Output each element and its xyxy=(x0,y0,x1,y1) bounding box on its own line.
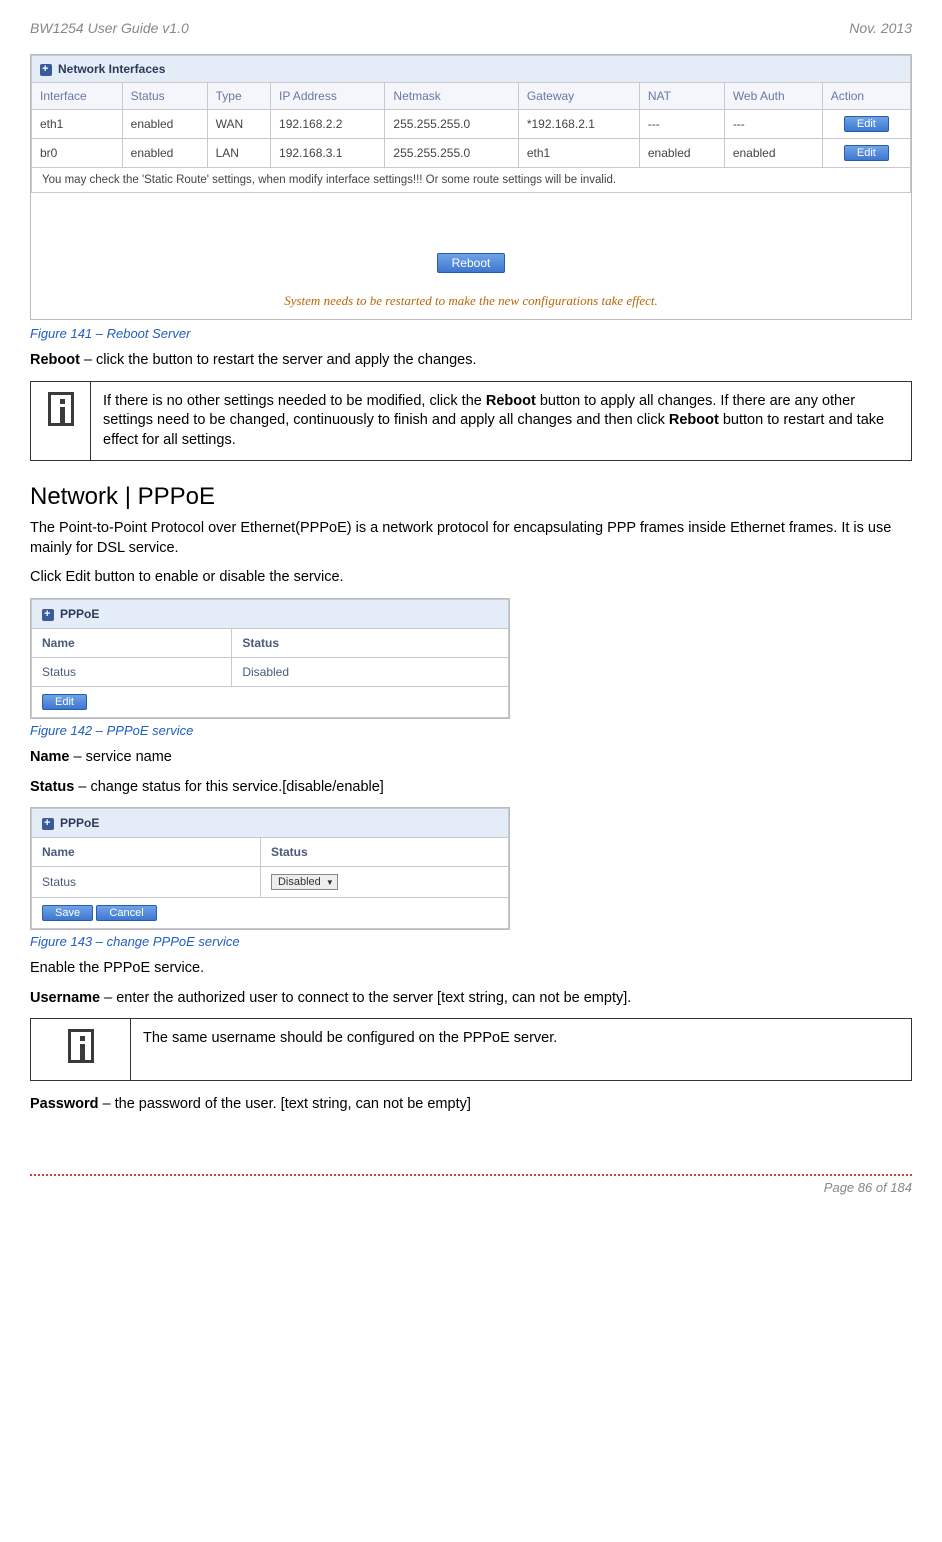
cell: enabled xyxy=(122,139,207,168)
panel-title: Network Interfaces xyxy=(58,62,165,76)
cell: --- xyxy=(639,110,724,139)
username-description: Username – enter the authorized user to … xyxy=(30,989,912,1009)
cell: --- xyxy=(724,110,822,139)
page-footer: Page 86 of 184 xyxy=(30,1174,912,1195)
cell: enabled xyxy=(639,139,724,168)
panel-icon xyxy=(42,609,54,621)
panel-title: PPPoE xyxy=(60,816,99,830)
save-button[interactable]: Save xyxy=(42,905,93,921)
figure-141-screenshot: Network Interfaces Interface Status Type… xyxy=(30,54,912,320)
col-status: Status xyxy=(122,83,207,110)
reboot-text: – click the button to restart the server… xyxy=(80,352,477,368)
cell-name: Status xyxy=(32,867,261,898)
cell: enabled xyxy=(122,110,207,139)
page-header: BW1254 User Guide v1.0 Nov. 2013 xyxy=(30,20,912,36)
pppoe-intro: The Point-to-Point Protocol over Etherne… xyxy=(30,519,912,558)
system-restart-message: System needs to be restarted to make the… xyxy=(31,293,911,319)
reboot-area: Reboot xyxy=(31,193,911,293)
col-netmask: Netmask xyxy=(385,83,518,110)
enable-instruction: Enable the PPPoE service. xyxy=(30,959,912,979)
cancel-button[interactable]: Cancel xyxy=(96,905,156,921)
section-heading: Network | PPPoE xyxy=(30,483,912,511)
col-name: Name xyxy=(32,838,261,867)
col-name: Name xyxy=(32,628,232,657)
cell: 255.255.255.0 xyxy=(385,139,518,168)
col-action: Action xyxy=(822,83,910,110)
network-interfaces-table: Network Interfaces Interface Status Type… xyxy=(31,55,911,168)
col-interface: Interface xyxy=(32,83,123,110)
edit-button[interactable]: Edit xyxy=(42,694,87,710)
page-number: Page 86 of 184 xyxy=(30,1180,912,1195)
figure-142-screenshot: PPPoE NameStatus StatusDisabled Edit xyxy=(30,598,510,719)
static-route-note: You may check the 'Static Route' setting… xyxy=(31,168,911,193)
info-icon xyxy=(68,1029,94,1063)
name-description: Name – service name xyxy=(30,748,912,768)
figure-143-caption: Figure 143 – change PPPoE service xyxy=(30,934,912,949)
reboot-label: Reboot xyxy=(30,352,80,368)
col-gateway: Gateway xyxy=(518,83,639,110)
info-text: If there is no other settings needed to … xyxy=(91,381,912,461)
figure-142-caption: Figure 142 – PPPoE service xyxy=(30,723,912,738)
doc-title: BW1254 User Guide v1.0 xyxy=(30,20,189,36)
cell: 192.168.2.2 xyxy=(271,110,385,139)
cell: enabled xyxy=(724,139,822,168)
figure-141-caption: Figure 141 – Reboot Server xyxy=(30,326,912,341)
col-status: Status xyxy=(260,838,508,867)
col-nat: NAT xyxy=(639,83,724,110)
cell: LAN xyxy=(207,139,270,168)
col-webauth: Web Auth xyxy=(724,83,822,110)
doc-date: Nov. 2013 xyxy=(849,20,912,36)
reboot-description: Reboot – click the button to restart the… xyxy=(30,351,912,371)
col-status: Status xyxy=(232,628,509,657)
info-text: The same username should be configured o… xyxy=(131,1019,912,1081)
pppoe-instruction: Click Edit button to enable or disable t… xyxy=(30,568,912,588)
info-icon xyxy=(48,392,74,426)
panel-title: PPPoE xyxy=(60,607,99,621)
status-select[interactable]: Disabled xyxy=(271,874,338,890)
table-row: eth1 enabled WAN 192.168.2.2 255.255.255… xyxy=(32,110,911,139)
reboot-button[interactable]: Reboot xyxy=(437,253,506,273)
edit-button[interactable]: Edit xyxy=(844,145,889,161)
cell-name: Status xyxy=(32,657,232,686)
table-row: br0 enabled LAN 192.168.3.1 255.255.255.… xyxy=(32,139,911,168)
col-type: Type xyxy=(207,83,270,110)
cell: eth1 xyxy=(32,110,123,139)
status-description: Status – change status for this service.… xyxy=(30,778,912,798)
pppoe-view-table: PPPoE NameStatus StatusDisabled Edit xyxy=(31,599,509,718)
cell: *192.168.2.1 xyxy=(518,110,639,139)
password-description: Password – the password of the user. [te… xyxy=(30,1095,912,1115)
cell: WAN xyxy=(207,110,270,139)
info-box-2: The same username should be configured o… xyxy=(30,1018,912,1081)
cell: br0 xyxy=(32,139,123,168)
cell: 192.168.3.1 xyxy=(271,139,385,168)
cell-status: Disabled xyxy=(232,657,509,686)
panel-icon xyxy=(42,818,54,830)
cell: eth1 xyxy=(518,139,639,168)
pppoe-edit-table: PPPoE NameStatus Status Disabled Save Can… xyxy=(31,808,509,929)
figure-143-screenshot: PPPoE NameStatus Status Disabled Save Can… xyxy=(30,807,510,930)
cell: 255.255.255.0 xyxy=(385,110,518,139)
info-box-1: If there is no other settings needed to … xyxy=(30,381,912,462)
edit-button[interactable]: Edit xyxy=(844,116,889,132)
panel-icon xyxy=(40,64,52,76)
footer-divider xyxy=(30,1174,912,1176)
col-ip: IP Address xyxy=(271,83,385,110)
